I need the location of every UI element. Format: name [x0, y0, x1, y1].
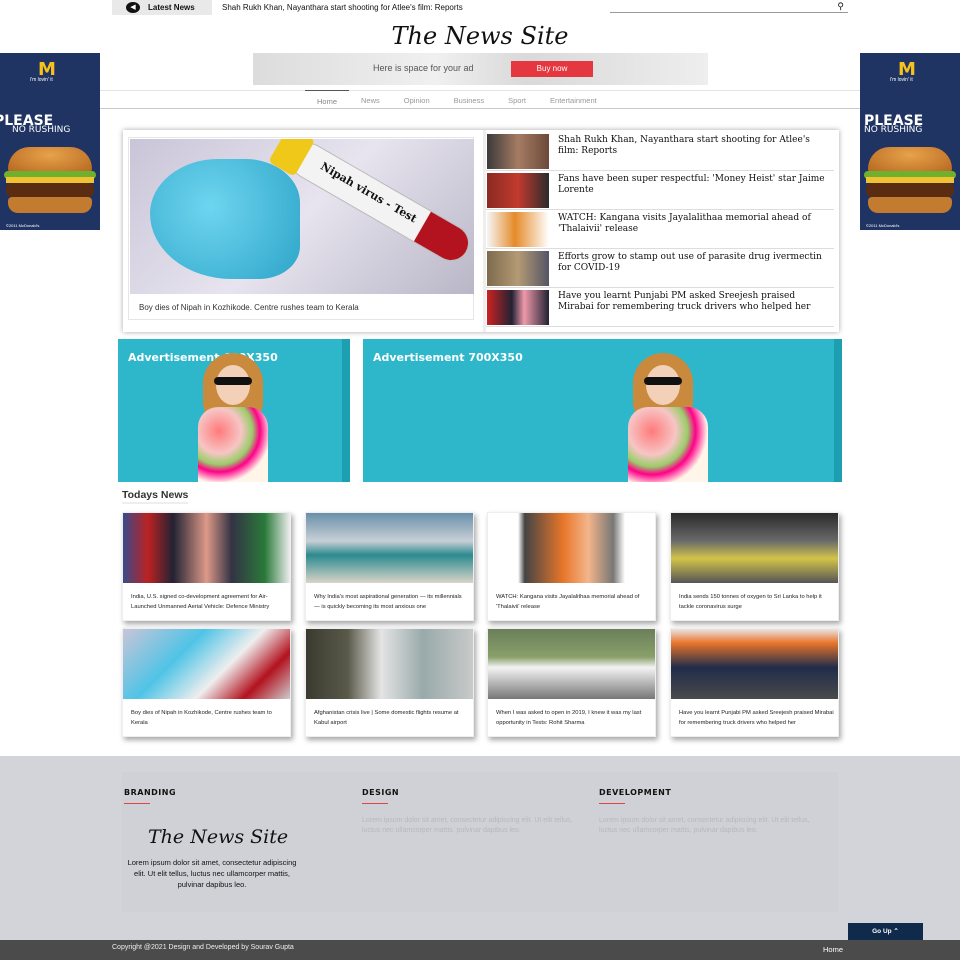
news-card-image[interactable]	[123, 629, 290, 699]
footer-development-column: DEVELOPMENT Lorem ipsum dolor sit amet, …	[599, 788, 819, 836]
side-ad-right[interactable]: M i'm lovin' it PLEASE NO RUSHING ©2011 …	[860, 53, 960, 230]
news-card-image[interactable]	[123, 513, 290, 583]
headline-item[interactable]: Have you learnt Punjabi PM asked Sreejes…	[486, 288, 834, 327]
headline-thumbnail[interactable]	[487, 290, 549, 325]
ad-subline: NO RUSHING	[12, 125, 71, 135]
headline-thumbnail[interactable]	[487, 212, 549, 247]
news-card-image[interactable]	[671, 513, 838, 583]
tube-label: Nipah virus - Test	[318, 159, 420, 226]
headline-text[interactable]: Fans have been super respectful: 'Money …	[558, 174, 833, 196]
ad-subline: NO RUSHING	[864, 125, 923, 135]
news-card-title[interactable]: Afghanistan crisis live | Some domestic …	[314, 708, 469, 728]
ticker-headline[interactable]: Shah Rukh Khan, Nayanthara start shootin…	[222, 3, 463, 12]
todays-news-heading: Todays News	[122, 489, 189, 504]
ad-tagline: i'm lovin' it	[30, 77, 53, 83]
latest-news-label: Latest News	[148, 3, 195, 12]
footer-branding-heading: BRANDING	[124, 788, 177, 797]
megaphone-icon: ◀	[126, 2, 140, 13]
nav-item-news[interactable]: News	[349, 90, 392, 109]
footer-brand-text: Lorem ipsum dolor sit amet, consectetur …	[127, 858, 297, 889]
nav-divider-bottom	[100, 108, 860, 109]
footer-underline	[599, 803, 625, 804]
news-card-title[interactable]: WATCH: Kangana visits Jayalalithaa memor…	[496, 592, 651, 612]
ad-model-image	[178, 347, 288, 482]
featured-story-caption[interactable]: Boy dies of Nipah in Kozhikode. Centre r…	[139, 303, 359, 312]
news-card[interactable]: Have you learnt Punjabi PM asked Sreejes…	[670, 628, 839, 737]
nav-item-home[interactable]: Home	[305, 90, 350, 109]
copyright-text: Copyright @2021 Design and Developed by …	[112, 944, 294, 951]
search-input[interactable]: ⚲	[610, 0, 848, 13]
headline-thumbnail[interactable]	[487, 134, 549, 169]
news-card[interactable]: India, U.S. signed co-development agreem…	[122, 512, 291, 621]
nav-item-opinion[interactable]: Opinion	[392, 90, 442, 109]
headline-text[interactable]: Shah Rukh Khan, Nayanthara start shootin…	[558, 135, 833, 157]
footer-development-heading: DEVELOPMENT	[599, 788, 672, 797]
footer-branding-column: BRANDING	[124, 788, 344, 804]
news-card[interactable]: When I was asked to open in 2019, I knew…	[487, 628, 656, 737]
news-card-title[interactable]: India, U.S. signed co-development agreem…	[131, 592, 286, 612]
footer-underline	[124, 803, 150, 804]
news-card-title[interactable]: Boy dies of Nipah in Kozhikode, Centre r…	[131, 708, 286, 728]
nav-item-entertainment[interactable]: Entertainment	[538, 90, 609, 109]
featured-news-block: Nipah virus - Test Boy dies of Nipah in …	[123, 130, 839, 332]
headline-item[interactable]: Efforts grow to stamp out use of parasit…	[486, 249, 834, 288]
news-card-title[interactable]: Have you learnt Punjabi PM asked Sreejes…	[679, 708, 834, 728]
news-card-image[interactable]	[306, 513, 473, 583]
news-card-image[interactable]	[671, 629, 838, 699]
news-card[interactable]: Afghanistan crisis live | Some domestic …	[305, 628, 474, 737]
headline-text[interactable]: WATCH: Kangana visits Jayalalithaa memor…	[558, 213, 833, 235]
nav-item-sport[interactable]: Sport	[496, 90, 538, 109]
footer-design-column: DESIGN Lorem ipsum dolor sit amet, conse…	[362, 788, 582, 836]
ad-fine-print: ©2011 McDonald's	[6, 223, 40, 228]
news-card-image[interactable]	[488, 629, 655, 699]
headline-list: Shah Rukh Khan, Nayanthara start shootin…	[486, 132, 834, 327]
news-card[interactable]: India sends 150 tonnes of oxygen to Sri …	[670, 512, 839, 621]
headline-text[interactable]: Efforts grow to stamp out use of parasit…	[558, 252, 833, 274]
headline-item[interactable]: Fans have been super respectful: 'Money …	[486, 171, 834, 210]
featured-story-card[interactable]: Nipah virus - Test Boy dies of Nipah in …	[128, 137, 474, 320]
search-icon[interactable]: ⚲	[837, 1, 844, 12]
ad-space-text: Here is space for your ad	[373, 63, 474, 73]
news-card[interactable]: Why India's most aspirational generation…	[305, 512, 474, 621]
news-card-image[interactable]	[488, 513, 655, 583]
headline-thumbnail[interactable]	[487, 251, 549, 286]
headline-thumbnail[interactable]	[487, 173, 549, 208]
news-card[interactable]: WATCH: Kangana visits Jayalalithaa memor…	[487, 512, 656, 621]
buy-now-button[interactable]: Buy now	[511, 61, 593, 77]
news-card-title[interactable]: India sends 150 tonnes of oxygen to Sri …	[679, 592, 834, 612]
news-card[interactable]: Boy dies of Nipah in Kozhikode, Centre r…	[122, 628, 291, 737]
footer-underline	[362, 803, 388, 804]
burger-image	[2, 141, 98, 221]
side-ad-left[interactable]: M i'm lovin' it PLEASE NO RUSHING ©2011 …	[0, 53, 100, 230]
nav-item-business[interactable]: Business	[442, 90, 496, 109]
footer-design-heading: DESIGN	[362, 788, 400, 797]
ad-tagline: i'm lovin' it	[890, 77, 913, 83]
burger-image	[862, 141, 958, 221]
footer-logo[interactable]: The News Site	[148, 826, 288, 848]
news-card-title[interactable]: When I was asked to open in 2019, I knew…	[496, 708, 651, 728]
ad-banner-700x350[interactable]: Advertisement 700X350	[363, 339, 842, 482]
copyright-bar: Copyright @2021 Design and Developed by …	[0, 940, 960, 960]
news-card-image[interactable]	[306, 629, 473, 699]
ad-banner-600x350[interactable]: Advertisement 600X350	[118, 339, 350, 482]
headline-text[interactable]: Have you learnt Punjabi PM asked Sreejes…	[558, 291, 833, 313]
site-footer: BRANDING DESIGN Lorem ipsum dolor sit am…	[0, 756, 960, 941]
footer-development-text: Lorem ipsum dolor sit amet, consectetur …	[599, 817, 810, 834]
site-logo[interactable]: The News Site	[0, 22, 960, 50]
nipah-test-image[interactable]: Nipah virus - Test	[130, 139, 474, 294]
headline-item[interactable]: Shah Rukh Khan, Nayanthara start shootin…	[486, 132, 834, 171]
footer-home-link[interactable]: Home	[823, 945, 843, 954]
main-nav: Home News Opinion Business Sport Enterta…	[305, 90, 609, 109]
ad-banner-label: Advertisement 700X350	[373, 351, 523, 364]
ad-fine-print: ©2011 McDonald's	[866, 223, 900, 228]
footer-design-text: Lorem ipsum dolor sit amet, consectetur …	[362, 817, 573, 834]
top-banner-ad[interactable]: Here is space for your ad Buy now	[253, 53, 708, 85]
latest-news-badge: ◀ Latest News	[112, 0, 212, 15]
go-up-button[interactable]: Go Up ⌃	[848, 923, 923, 940]
headline-item[interactable]: WATCH: Kangana visits Jayalalithaa memor…	[486, 210, 834, 249]
ad-model-image	[593, 347, 743, 482]
news-card-title[interactable]: Why India's most aspirational generation…	[314, 592, 469, 612]
